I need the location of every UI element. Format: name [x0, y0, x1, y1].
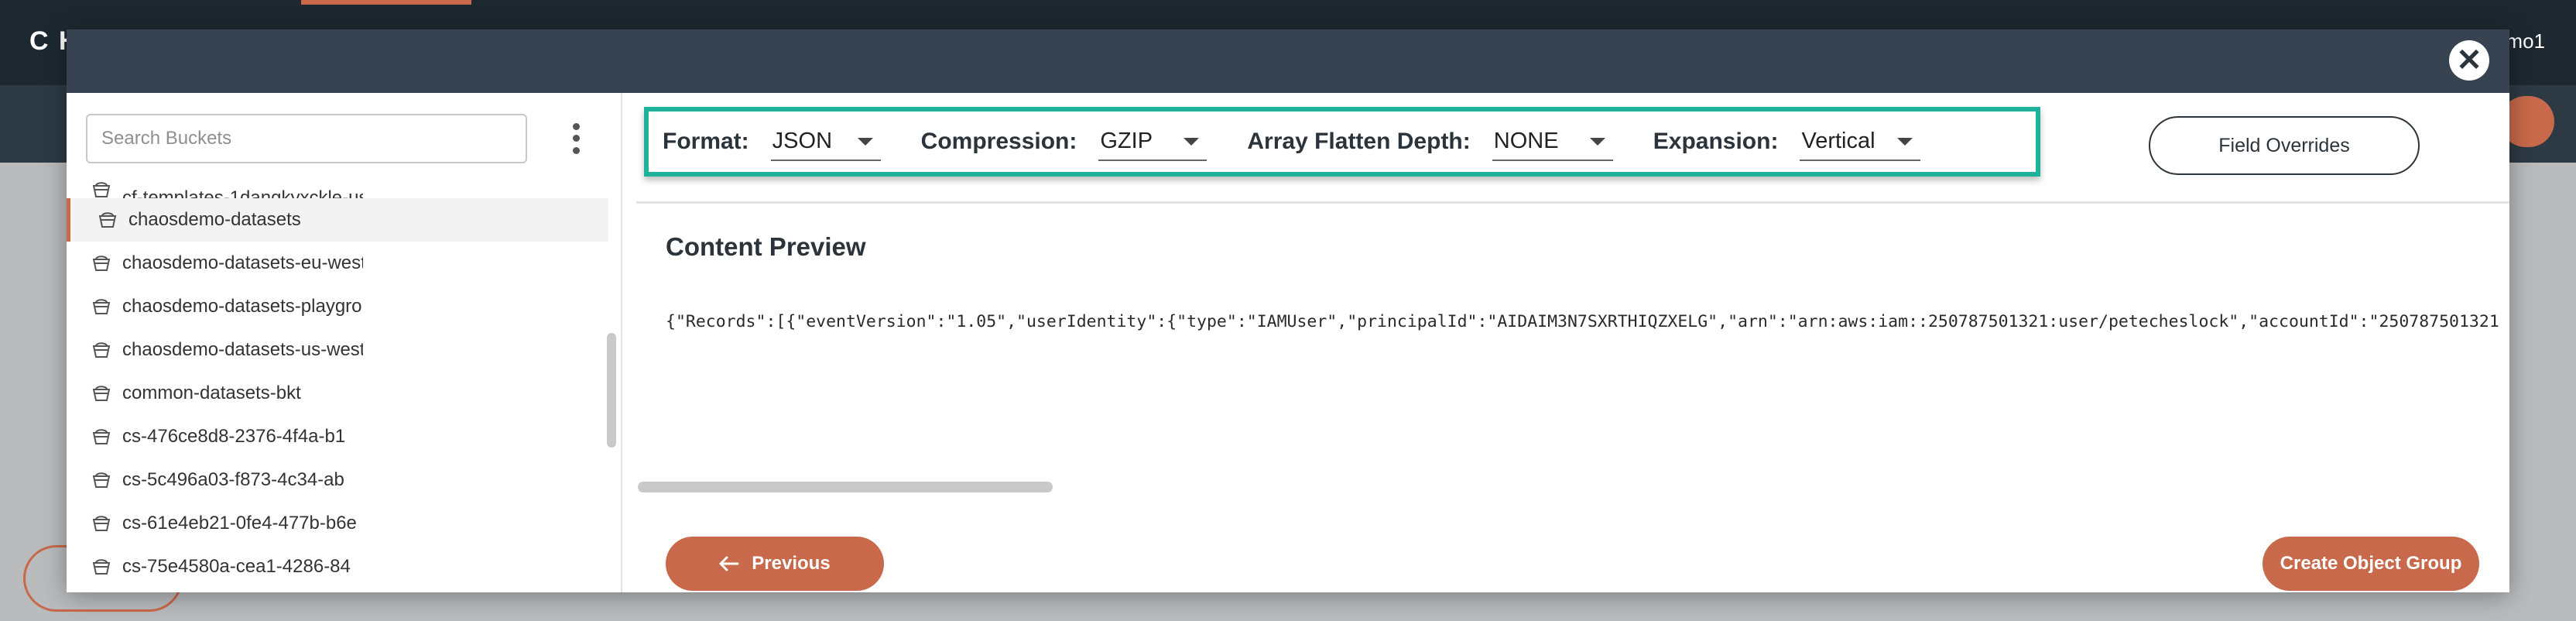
bucket-icon [92, 299, 111, 314]
chevron-down-icon [1897, 138, 1913, 146]
bucket-name: cs-5c496a03-f873-4c34-ab [122, 469, 344, 490]
bucket-name: chaosdemo-datasets [128, 209, 301, 230]
bucket-icon [92, 472, 111, 488]
bucket-list-item[interactable]: cs-61e4eb21-0fe4-477b-b6e [67, 502, 608, 545]
format-label: Format: [663, 129, 749, 154]
bucket-icon [92, 386, 111, 401]
chevron-down-icon [1184, 138, 1200, 146]
bucket-sidebar: cf-templates-1dangkyxckle-us-west-2 chaos… [67, 93, 622, 592]
bucket-name: cs-476ce8d8-2376-4f4a-b1 [122, 426, 346, 447]
expansion-select[interactable]: Vertical [1800, 122, 1921, 161]
section-divider [636, 201, 2509, 204]
bucket-list-item[interactable]: chaosdemo-datasets [67, 198, 608, 242]
bucket-list-item[interactable]: cs-476ce8d8-2376-4f4a-b1 [67, 415, 608, 458]
bucket-name: cf-templates-1dangkyxckle-us-west-2 [122, 187, 363, 198]
format-value: JSON [772, 128, 833, 153]
user-menu: mo1 [2506, 29, 2545, 53]
more-options-icon[interactable] [568, 121, 584, 156]
bucket-list-item[interactable]: chaosdemo-datasets-us-west-2 [67, 328, 608, 372]
field-overrides-button[interactable]: Field Overrides [2149, 116, 2420, 175]
compression-value: GZIP [1100, 128, 1153, 153]
create-object-group-modal: ✕ cf-templates-1dangkyxckle-us-west-2 cha… [67, 29, 2509, 592]
bucket-list-item[interactable]: chaosdemo-datasets-playground [67, 285, 608, 328]
bucket-icon [92, 342, 111, 358]
bucket-icon [92, 182, 111, 197]
modal-header: ✕ [67, 29, 2509, 93]
bucket-list-item[interactable]: cf-templates-1dangkyxckle-us-west-2 [67, 181, 608, 198]
content-preview-title: Content Preview [666, 232, 866, 261]
sidebar-scrollbar[interactable] [607, 333, 616, 448]
active-tab-indicator [301, 0, 471, 5]
compression-label: Compression: [920, 129, 1077, 154]
expansion-label: Expansion: [1653, 129, 1779, 154]
search-buckets-input[interactable] [86, 114, 527, 163]
bucket-list-item[interactable]: chaosdemo-datasets-eu-west-1 [67, 242, 608, 285]
format-select[interactable]: JSON [770, 122, 881, 161]
bucket-list-item[interactable]: cs-5c496a03-f873-4c34-ab [67, 458, 608, 502]
content-preview-text: {"Records":[{"eventVersion":"1.05","user… [666, 312, 2500, 331]
arrow-left-icon [719, 556, 739, 571]
previous-button[interactable]: Previous [666, 537, 884, 591]
bucket-list-item[interactable]: common-datasets-bkt [67, 372, 608, 415]
format-settings-bar: Format: JSON Compression: GZIP Array Fla… [644, 107, 2040, 177]
bucket-name: cs-75e4580a-cea1-4286-84 [122, 556, 351, 577]
bucket-list: cf-templates-1dangkyxckle-us-west-2 chaos… [67, 181, 608, 588]
bucket-icon [92, 516, 111, 531]
create-object-group-button[interactable]: Create Object Group [2263, 537, 2479, 591]
bucket-icon [98, 212, 117, 228]
bucket-name: cs-61e4eb21-0fe4-477b-b6e [122, 513, 357, 534]
chevron-down-icon [1589, 138, 1605, 146]
bucket-list-item[interactable]: cs-75e4580a-cea1-4286-84 [67, 545, 608, 588]
close-button[interactable]: ✕ [2449, 40, 2489, 81]
array-flatten-depth-label: Array Flatten Depth: [1247, 129, 1471, 154]
preview-horizontal-scrollbar[interactable] [638, 482, 1053, 492]
bucket-icon [92, 256, 111, 271]
bucket-name: chaosdemo-datasets-us-west-2 [122, 339, 363, 360]
array-flatten-depth-value: NONE [1493, 128, 1559, 153]
bucket-icon [92, 429, 111, 444]
expansion-value: Vertical [1801, 128, 1875, 153]
array-flatten-depth-select[interactable]: NONE [1492, 122, 1613, 161]
chevron-down-icon [857, 138, 873, 146]
bucket-icon [92, 559, 111, 575]
bucket-name: chaosdemo-datasets-eu-west-1 [122, 252, 363, 273]
previous-label: Previous [752, 553, 831, 574]
bucket-name: common-datasets-bkt [122, 383, 301, 403]
bucket-name: chaosdemo-datasets-playground [122, 296, 363, 317]
content-pane: Format: JSON Compression: GZIP Array Fla… [636, 93, 2509, 592]
compression-select[interactable]: GZIP [1098, 122, 1208, 161]
